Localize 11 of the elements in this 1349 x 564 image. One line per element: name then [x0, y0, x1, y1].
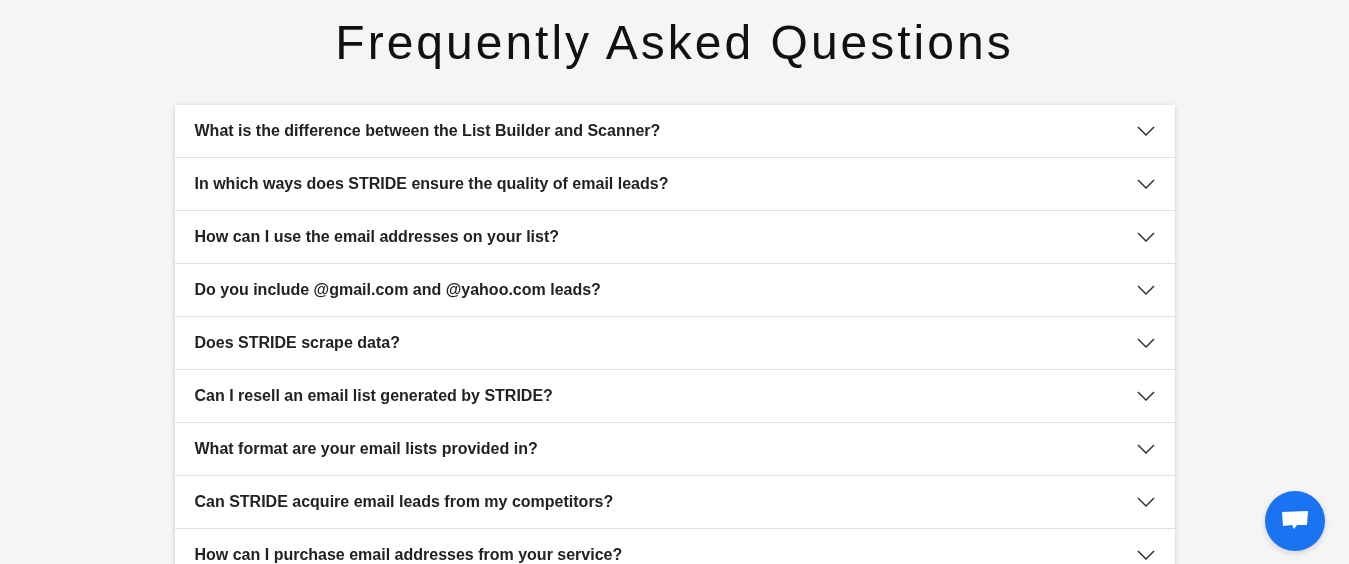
faq-question[interactable]: In which ways does STRIDE ensure the quality of email leads?	[174, 157, 1175, 211]
faq-question[interactable]: Can STRIDE acquire email leads from my competitors?	[174, 475, 1175, 529]
faq-question[interactable]: Can I resell an email list generated by STRIDE?	[174, 369, 1175, 423]
faq-question[interactable]: Does STRIDE scrape data?	[174, 316, 1175, 370]
chat-button[interactable]	[1265, 491, 1325, 551]
faq-question[interactable]: What is the difference between the List Builder and Scanner?	[174, 104, 1175, 158]
faq-question[interactable]: What format are your email lists provided in?	[174, 422, 1175, 476]
faq-question[interactable]: Do you include @gmail.com and @yahoo.com leads?	[174, 263, 1175, 317]
faq-question[interactable]: How can I use the email addresses on your list?	[174, 210, 1175, 264]
faq-question[interactable]: How can I purchase email addresses from your service?	[174, 528, 1175, 564]
page-title: Frequently Asked Questions	[335, 15, 1014, 71]
